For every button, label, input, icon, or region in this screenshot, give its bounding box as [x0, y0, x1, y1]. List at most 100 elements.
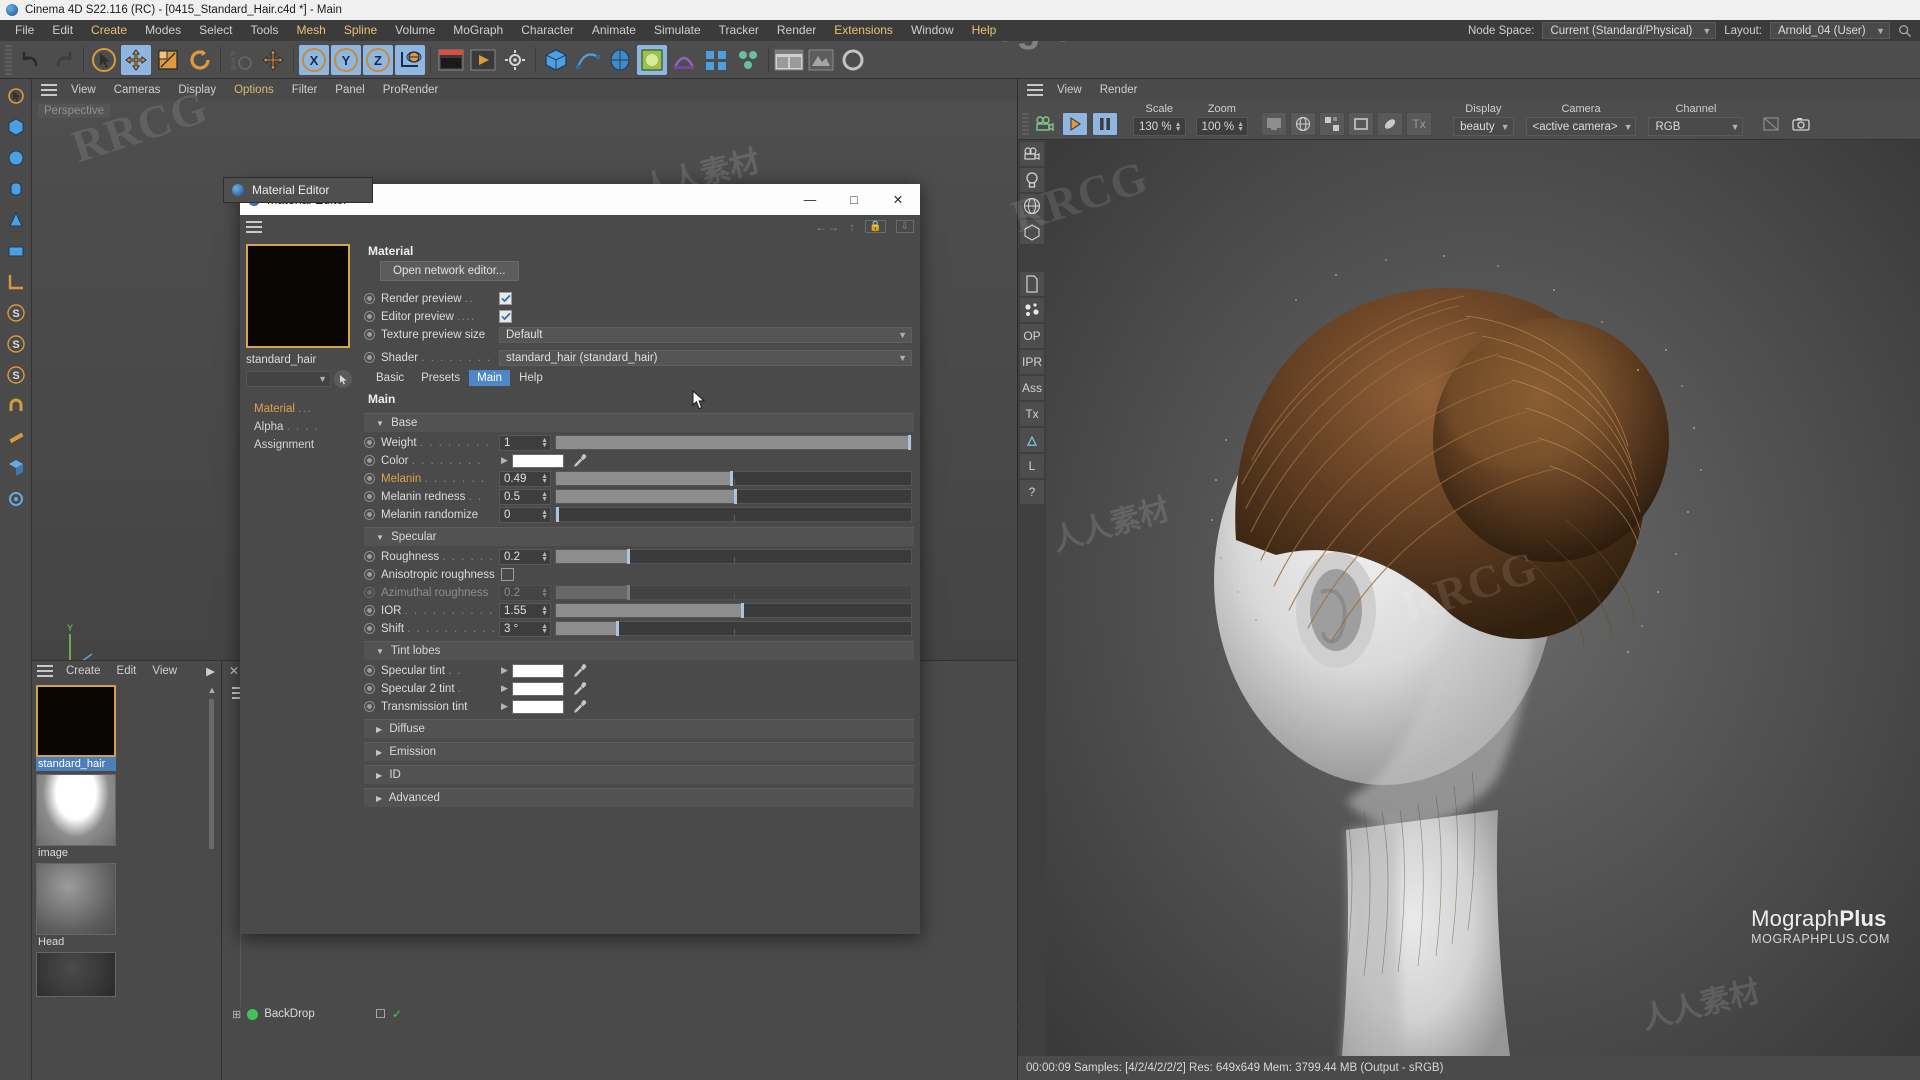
snapshot-camera-icon[interactable]: [1788, 112, 1814, 136]
render-view-button[interactable]: [436, 45, 466, 75]
menu-item-edit[interactable]: Edit: [43, 20, 82, 41]
me-slider-shift[interactable]: [555, 621, 912, 636]
arnold-light-icon[interactable]: [1020, 168, 1044, 192]
me-group-tint-lobes[interactable]: ▼ Tint lobes: [364, 641, 914, 660]
material-list-scrollbar[interactable]: ▲: [207, 685, 217, 1076]
camera-dropdown[interactable]: <active camera> ▼: [1526, 117, 1637, 136]
me-slider-melanin[interactable]: [555, 471, 912, 486]
arnold-logo-icon[interactable]: △: [1020, 428, 1044, 452]
axis-x-button[interactable]: X: [299, 45, 329, 75]
object-visibility-icon[interactable]: ☐: [375, 1007, 386, 1021]
arnold-ass-button[interactable]: Ass: [1020, 376, 1044, 400]
scale-field[interactable]: 130 % ▲▼: [1133, 117, 1186, 136]
me-tab-help[interactable]: Help: [511, 370, 551, 386]
option-radio-icon[interactable]: [364, 509, 375, 520]
psr-button[interactable]: PSR: [226, 45, 256, 75]
preview-scene-dropdown[interactable]: ▼: [246, 371, 331, 387]
material-editor-dialog[interactable]: Material Editor — □ ✕ ←→ ↑ 🔒 ⇩ standard_…: [240, 184, 920, 934]
eyedropper-icon[interactable]: [572, 453, 588, 469]
me-group-base[interactable]: ▼ Base: [364, 413, 914, 432]
cube-object-icon[interactable]: [3, 114, 29, 140]
viewport-menu-cameras[interactable]: Cameras: [105, 84, 170, 96]
sphere-object-icon[interactable]: [3, 145, 29, 171]
me-slider-weight[interactable]: [555, 435, 912, 450]
arnold-help-button[interactable]: ?: [1020, 480, 1044, 504]
layout-panel-button[interactable]: [774, 45, 804, 75]
chevron-right-icon[interactable]: ▶: [501, 665, 508, 676]
stepper-icon[interactable]: ▲▼: [541, 624, 548, 634]
toolbar-grip[interactable]: [5, 45, 12, 75]
cube-primitive-button[interactable]: [541, 45, 571, 75]
select-tool-button[interactable]: [89, 45, 119, 75]
viewport-menu-icon[interactable]: [41, 84, 57, 96]
material-editor-menu-popup[interactable]: Material Editor: [223, 177, 373, 203]
move-tool-button[interactable]: [121, 45, 151, 75]
material-menu-view[interactable]: View: [144, 665, 185, 677]
me-anisotropic-roughness-checkbox[interactable]: [501, 568, 514, 581]
arnold-particles-icon[interactable]: [1020, 298, 1044, 322]
nav-item-alpha[interactable]: Alpha . . . .: [246, 418, 352, 436]
viewport-menu-prorender[interactable]: ProRender: [374, 84, 448, 96]
me-tab-main[interactable]: Main: [469, 370, 510, 386]
axis-y-button[interactable]: Y: [331, 45, 361, 75]
cone-object-icon[interactable]: [3, 207, 29, 233]
material-swatch-item[interactable]: image: [36, 774, 116, 860]
undo-button[interactable]: [16, 45, 46, 75]
me-value-melanin[interactable]: 0.49 ▲▼: [499, 471, 551, 487]
globe-view-button[interactable]: [1290, 112, 1316, 136]
menu-item-window[interactable]: Window: [902, 20, 963, 41]
zoom-field[interactable]: 100 % ▲▼: [1196, 117, 1249, 136]
me-editor-preview-checkbox[interactable]: [499, 310, 512, 323]
option-radio-icon[interactable]: [364, 551, 375, 562]
texture-toggle-button[interactable]: Tx: [1406, 112, 1432, 136]
menu-item-file[interactable]: File: [6, 20, 43, 41]
me-group-emission[interactable]: ▶ Emission: [364, 742, 914, 761]
ipr-menu-render[interactable]: Render: [1091, 84, 1147, 96]
world-coordinates-button[interactable]: [395, 45, 425, 75]
mograph-button[interactable]: [733, 45, 763, 75]
me-slider-melanin-randomize[interactable]: [555, 507, 912, 522]
option-radio-icon[interactable]: [364, 352, 375, 363]
viewport-menu-options[interactable]: Options: [225, 84, 283, 96]
me-open-network-editor-button[interactable]: Open network editor...: [380, 261, 519, 281]
chevron-right-icon[interactable]: ▶: [501, 683, 508, 694]
ipr-play-button[interactable]: [1062, 112, 1088, 136]
viewport-menu-filter[interactable]: Filter: [283, 84, 327, 96]
me-value-melanin-randomize[interactable]: 0 ▲▼: [499, 507, 551, 523]
stepper-icon[interactable]: ▲▼: [541, 606, 548, 616]
option-radio-icon[interactable]: [364, 473, 375, 484]
menu-item-simulate[interactable]: Simulate: [645, 20, 710, 41]
stepper-icon[interactable]: ▲▼: [541, 552, 548, 562]
material-swatch-item[interactable]: Head: [36, 863, 116, 949]
material-preview-thumbnail[interactable]: [246, 244, 350, 348]
option-radio-icon[interactable]: [364, 605, 375, 616]
option-radio-icon[interactable]: [364, 437, 375, 448]
arnold-tx-button[interactable]: Tx: [1020, 402, 1044, 426]
region-render-button[interactable]: [1319, 112, 1345, 136]
me-value-roughness[interactable]: 0.2 ▲▼: [499, 549, 551, 565]
array-button[interactable]: [701, 45, 731, 75]
workplane-icon[interactable]: [3, 486, 29, 512]
material-swatch-preview[interactable]: [36, 863, 116, 935]
material-swatch-list[interactable]: standard_hair image Head ▲: [32, 681, 221, 1080]
chevron-right-icon[interactable]: ▶: [501, 701, 508, 712]
nav-back-forward-icon[interactable]: ←→: [815, 220, 839, 234]
crop-region-button[interactable]: [1348, 112, 1374, 136]
me-tab-basic[interactable]: Basic: [368, 370, 412, 386]
material-menu-edit[interactable]: Edit: [109, 665, 145, 677]
arnold-file-icon[interactable]: [1020, 272, 1044, 296]
brush-tool-button[interactable]: [1377, 112, 1403, 136]
option-radio-icon[interactable]: [364, 311, 375, 322]
rotate-tool-button[interactable]: [185, 45, 215, 75]
magnet-tool-icon[interactable]: [3, 393, 29, 419]
cylinder-object-icon[interactable]: [3, 176, 29, 202]
render-to-picture-viewer-button[interactable]: [468, 45, 498, 75]
menu-item-tracker[interactable]: Tracker: [710, 20, 768, 41]
menu-item-spline[interactable]: Spline: [335, 20, 386, 41]
maximize-button[interactable]: □: [832, 184, 876, 215]
search-icon[interactable]: [1898, 24, 1912, 38]
spline-pen-button[interactable]: [573, 45, 603, 75]
arnold-unknown-icon[interactable]: [1020, 246, 1044, 270]
me-colorfield-transmission-tint[interactable]: [512, 700, 564, 714]
me-group-specular[interactable]: ▼ Specular: [364, 527, 914, 546]
